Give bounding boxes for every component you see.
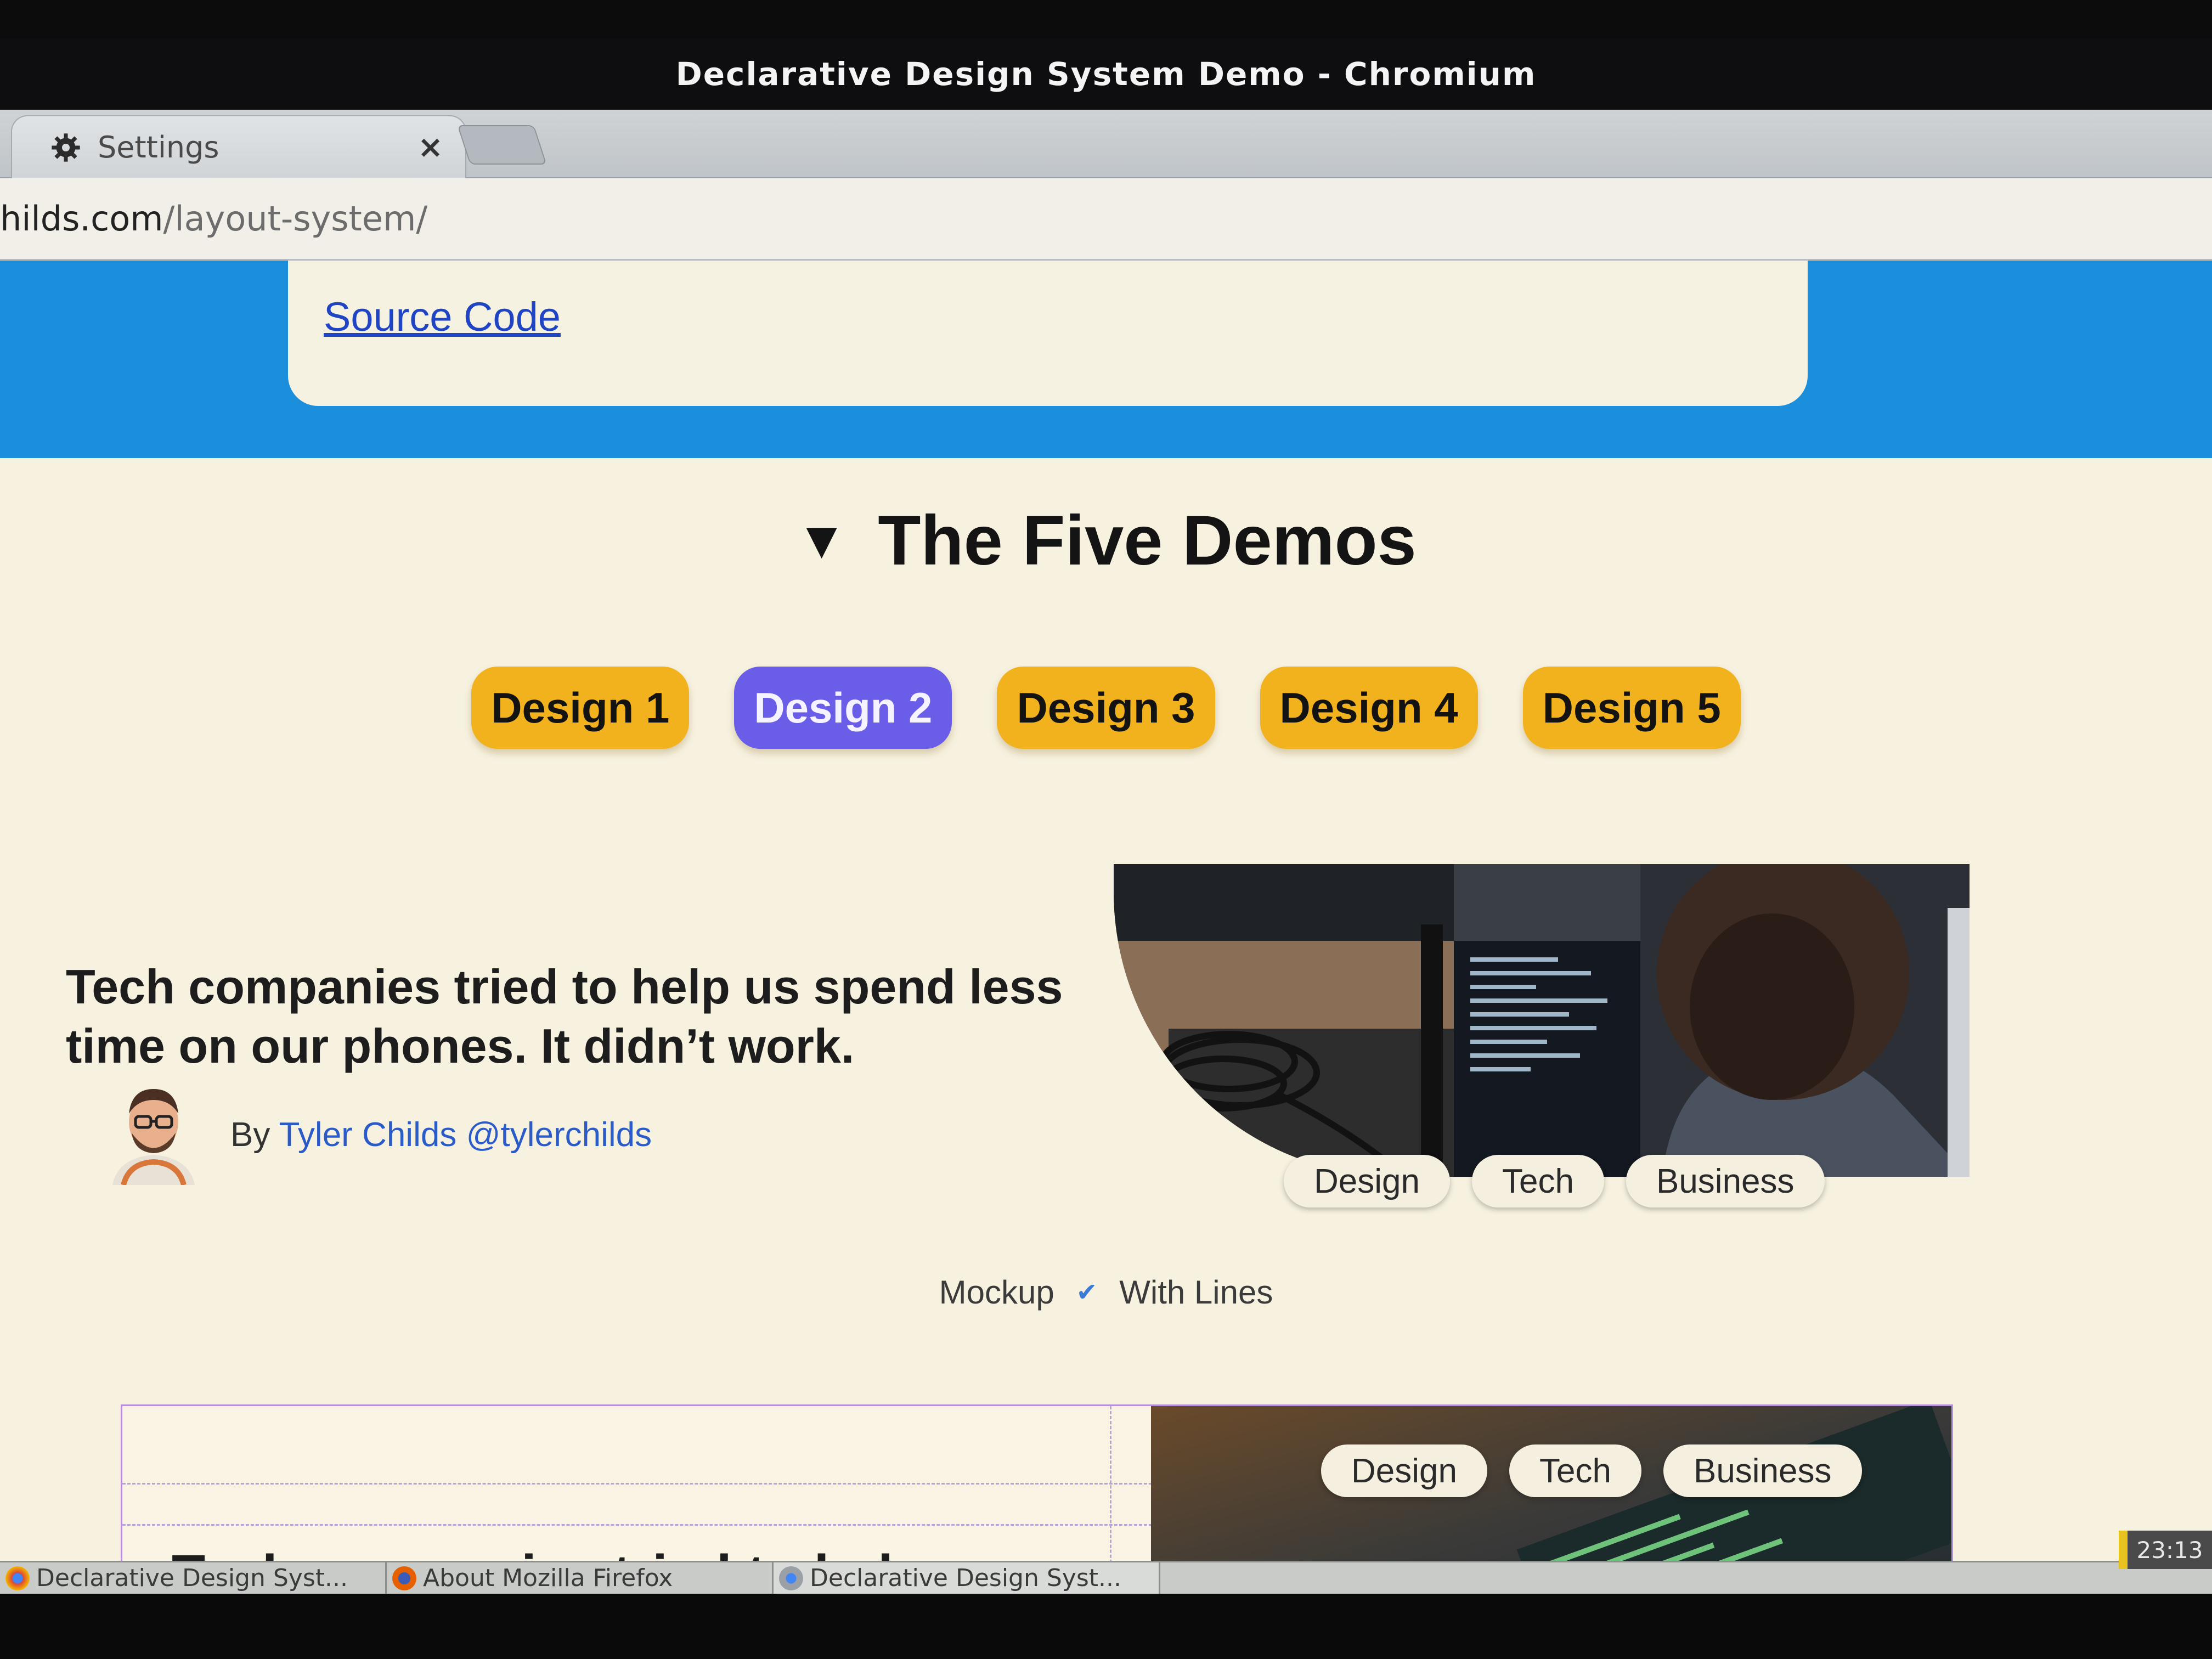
address-bar[interactable]: hilds.com/layout-system/ (0, 178, 2212, 261)
design-2-button[interactable]: Design 2 (734, 667, 952, 749)
article-headline[interactable]: Tech companies tried to help us spend le… (66, 957, 1108, 1076)
article-byline: By Tyler Childs @tylerchilds (230, 1115, 652, 1154)
os-taskbar: Declarative Design Syst... About Mozilla… (0, 1561, 2212, 1594)
tag-business[interactable]: Business (1626, 1155, 1825, 1207)
tag-business[interactable]: Business (1663, 1444, 1862, 1497)
guide-line (1110, 1406, 1111, 1561)
taskbar-item-chromium-1[interactable]: Declarative Design Syst... (0, 1562, 387, 1594)
tag-design[interactable]: Design (1284, 1155, 1450, 1207)
window-title-bar: Declarative Design System Demo - Chromiu… (0, 38, 2212, 110)
url-path: /layout-system/ (163, 199, 428, 239)
new-tab-button[interactable] (457, 125, 547, 165)
author-link[interactable]: Tyler Childs (279, 1116, 456, 1154)
url-host: hilds.com (0, 199, 163, 239)
article-card[interactable]: Tech companies tried to help us spend le… (0, 864, 2212, 1237)
article-tag-list: Design Tech Business (1321, 1444, 1862, 1497)
hero-photo (1114, 864, 1970, 1177)
author-handle-link[interactable]: @tylerchilds (466, 1116, 652, 1154)
disclosure-triangle-icon[interactable]: ▼ (795, 510, 848, 571)
tag-tech[interactable]: Tech (1472, 1155, 1604, 1207)
source-code-link[interactable]: Source Code (324, 294, 561, 340)
with-lines-label[interactable]: With Lines (1119, 1273, 1273, 1311)
page-viewport: Source Code ▼ The Five Demos Design 1 De… (0, 261, 2212, 1561)
tab-strip: Settings × (0, 110, 2212, 178)
byline-prefix: By (230, 1116, 270, 1154)
design-1-button[interactable]: Design 1 (471, 667, 690, 749)
tab-label: Settings (98, 130, 219, 165)
tag-tech[interactable]: Tech (1509, 1444, 1641, 1497)
demos-heading-text: The Five Demos (878, 501, 1417, 580)
article-hero-image (1114, 864, 1970, 1177)
taskbar-item-label: About Mozilla Firefox (423, 1564, 673, 1592)
author-avatar (112, 1089, 195, 1185)
taskbar-item-chromium-2[interactable]: Declarative Design Syst... (774, 1562, 1160, 1594)
design-3-button[interactable]: Design 3 (997, 667, 1215, 749)
taskbar-item-label: Declarative Design Syst... (810, 1564, 1121, 1592)
taskbar-item-firefox[interactable]: About Mozilla Firefox (387, 1562, 774, 1594)
window-title: Declarative Design System Demo - Chromiu… (675, 55, 1537, 93)
taskbar-item-label: Declarative Design Syst... (36, 1564, 348, 1592)
firefox-icon (392, 1566, 416, 1590)
chromium-icon (779, 1566, 803, 1590)
banner-card: Source Code (288, 261, 1808, 406)
design-5-button[interactable]: Design 5 (1522, 667, 1741, 749)
article-card-mockup[interactable]: Tech companies tried to help us (121, 1404, 1953, 1561)
headline-line-1: Tech companies tried to help us spend le… (66, 960, 1063, 1014)
design-4-button[interactable]: Design 4 (1260, 667, 1478, 749)
mockup-controls: Mockup ✔ With Lines (0, 1265, 2212, 1319)
mockup-label[interactable]: Mockup (939, 1273, 1054, 1311)
close-icon[interactable]: × (417, 129, 443, 165)
header-banner: Source Code (0, 261, 2212, 458)
article-tag-list: Design Tech Business (1284, 1155, 1825, 1207)
chromium-icon (5, 1566, 30, 1590)
tag-design[interactable]: Design (1321, 1444, 1487, 1497)
checkmark-icon[interactable]: ✔ (1076, 1277, 1098, 1307)
demos-section-heading[interactable]: ▼ The Five Demos (0, 501, 2212, 580)
tab-settings[interactable]: Settings × (11, 115, 466, 178)
screen-bezel (0, 1594, 2212, 1659)
design-button-group: Design 1 Design 2 Design 3 Design 4 Desi… (0, 667, 2212, 754)
taskbar-clock: 23:13 (2119, 1531, 2212, 1569)
headline-line-2: time on our phones. It didn’t work. (66, 1019, 855, 1073)
article-headline[interactable]: Tech companies tried to help us (172, 1543, 1006, 1561)
gear-icon (52, 133, 80, 162)
